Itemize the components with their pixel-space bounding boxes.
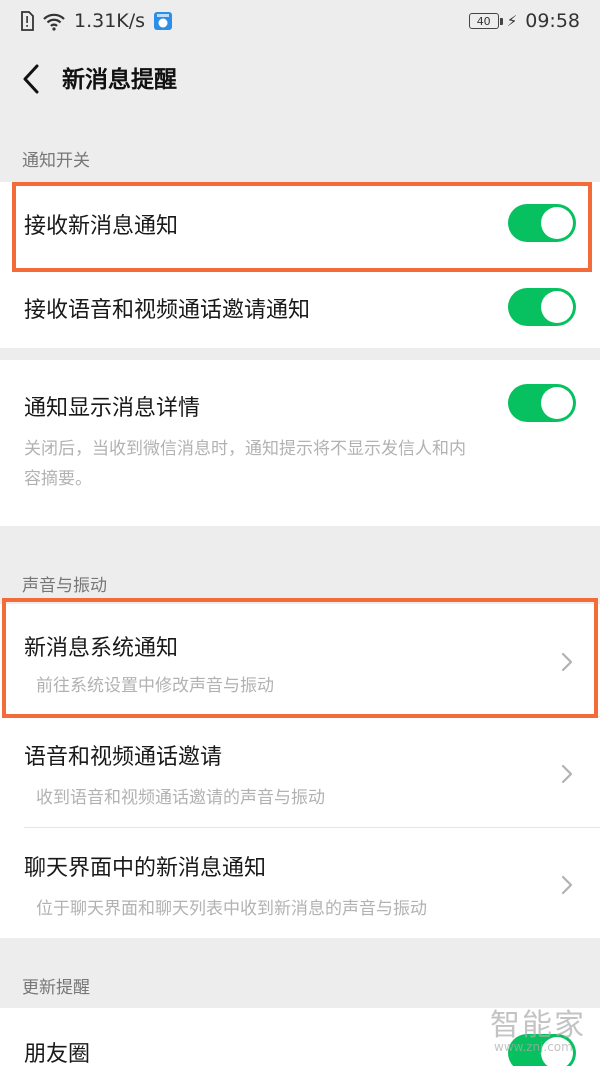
battery-cap [499, 17, 503, 25]
nav-bar: 新消息提醒 [0, 42, 600, 114]
chat-message-sound-desc: 位于聊天界面和聊天列表中收到新消息的声音与振动 [36, 899, 427, 919]
receive-new-message-toggle[interactable] [508, 204, 576, 242]
charging-icon: ⚡ [506, 12, 518, 30]
chevron-right-icon [561, 875, 573, 895]
watermark: 智能家 www.znj.com [490, 1000, 600, 1066]
receive-new-message-label: 接收新消息通知 [24, 214, 179, 239]
chat-message-sound-row[interactable]: 聊天界面中的新消息通知 位于聊天界面和聊天列表中收到新消息的声音与振动 [0, 828, 600, 938]
clock: 09:58 [525, 10, 580, 32]
toggle-knob [541, 207, 573, 239]
receive-call-invite-label: 接收语音和视频通话邀请通知 [24, 298, 311, 323]
battery-level: 40 [476, 14, 491, 28]
show-message-detail-label: 通知显示消息详情 [24, 396, 201, 421]
section-header-sound: 声音与振动 [22, 576, 107, 596]
call-invite-sound-desc: 收到语音和视频通话邀请的声音与振动 [36, 788, 325, 808]
chevron-right-icon [561, 764, 573, 784]
show-message-detail-desc-1: 关闭后，当收到微信消息时，通知提示将不显示发信人和内 [24, 439, 466, 459]
section-header-notify: 通知开关 [22, 151, 90, 171]
moments-label: 朋友圈 [24, 1042, 91, 1066]
call-invite-sound-label: 语音和视频通话邀请 [24, 745, 223, 770]
system-notification-desc: 前往系统设置中修改声音与振动 [36, 676, 274, 696]
status-bar: 1.31K/s 40 ⚡ 09:58 [0, 0, 600, 42]
toggle-knob [541, 291, 573, 323]
chevron-right-icon [561, 652, 573, 672]
page-title: 新消息提醒 [62, 67, 177, 93]
show-message-detail-toggle[interactable] [508, 384, 576, 422]
network-speed: 1.31K/s [74, 10, 146, 32]
sound-card: 新消息系统通知 前往系统设置中修改声音与振动 语音和视频通话邀请 收到语音和视频… [0, 604, 600, 938]
app-notification-icon [153, 11, 173, 31]
notify-card: 接收新消息通知 接收语音和视频通话邀请通知 [0, 182, 600, 348]
chat-message-sound-label: 聊天界面中的新消息通知 [24, 856, 267, 881]
system-notification-label: 新消息系统通知 [24, 636, 179, 661]
back-icon[interactable] [20, 64, 44, 94]
call-invite-sound-row[interactable]: 语音和视频通话邀请 收到语音和视频通话邀请的声音与振动 [0, 717, 600, 827]
system-notification-row[interactable]: 新消息系统通知 前往系统设置中修改声音与振动 [0, 604, 600, 716]
detail-card: 通知显示消息详情 关闭后，当收到微信消息时，通知提示将不显示发信人和内 容摘要。 [0, 360, 600, 526]
battery-icon: 40 [468, 13, 499, 29]
toggle-knob [541, 387, 573, 419]
section-header-update: 更新提醒 [22, 978, 90, 998]
watermark-text: 智能家 [490, 1008, 586, 1043]
show-message-detail-desc-2: 容摘要。 [24, 469, 92, 489]
wifi-icon [42, 11, 66, 31]
receive-call-invite-toggle[interactable] [508, 288, 576, 326]
sim-alert-icon [20, 11, 34, 31]
